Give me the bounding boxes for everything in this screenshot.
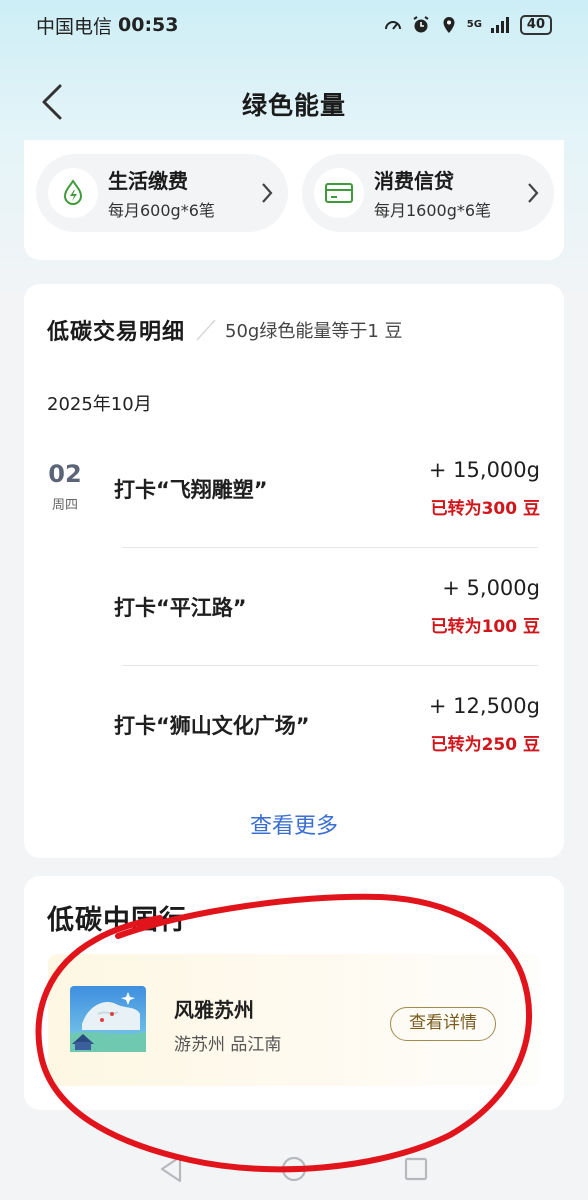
month-label: 2025年10月 bbox=[47, 394, 152, 415]
card-icon bbox=[325, 183, 353, 203]
service-utility-bills[interactable]: 生活缴费 每月600g*6笔 bbox=[36, 154, 288, 232]
service-text: 消费信贷 每月1600g*6笔 bbox=[374, 165, 491, 221]
transactions-card: 低碳交易明细 50g绿色能量等于1 豆 2025年10月 02 周四 打卡“飞翔… bbox=[24, 284, 564, 858]
transaction-amount: + 15,000g bbox=[428, 458, 540, 482]
trip-name: 风雅苏州 bbox=[174, 998, 254, 1022]
status-bar: 中国电信 00:53 5G 40 bbox=[0, 0, 588, 50]
energy-conversion-note: 50g绿色能量等于1 豆 bbox=[225, 321, 403, 342]
nav-home-icon[interactable] bbox=[277, 1152, 311, 1186]
transaction-row[interactable]: 打卡“平江路” + 5,000g 已转为100 豆 bbox=[24, 550, 564, 668]
speed-icon bbox=[384, 21, 401, 30]
status-time: 00:53 bbox=[118, 14, 179, 36]
carrier-label: 中国电信 bbox=[36, 15, 113, 38]
divider-slash-icon bbox=[196, 319, 216, 341]
nav-recents-icon[interactable] bbox=[399, 1152, 433, 1186]
status-left: 中国电信 00:53 bbox=[36, 12, 179, 39]
status-right: 5G 40 bbox=[383, 15, 552, 35]
transactions-header: 低碳交易明细 50g绿色能量等于1 豆 bbox=[47, 314, 403, 346]
service-consumer-credit[interactable]: 消费信贷 每月1600g*6笔 bbox=[302, 154, 554, 232]
location-icon bbox=[443, 17, 455, 33]
transaction-converted: 已转为250 豆 bbox=[430, 735, 540, 755]
trip-item-suzhou[interactable]: 风雅苏州 游苏州 品江南 查看详情 bbox=[48, 954, 540, 1086]
transaction-converted: 已转为100 豆 bbox=[430, 617, 540, 637]
trip-section-title: 低碳中国行 bbox=[47, 905, 187, 936]
transactions-title: 低碳交易明细 bbox=[47, 320, 186, 345]
network-label: 5G bbox=[466, 19, 482, 30]
transaction-row[interactable]: 打卡“狮山文化广场” + 12,500g 已转为250 豆 bbox=[24, 668, 564, 786]
transaction-row[interactable]: 打卡“飞翔雕塑” + 15,000g 已转为300 豆 bbox=[24, 432, 564, 550]
service-icon-container bbox=[314, 168, 364, 218]
transaction-name: 打卡“飞翔雕塑” bbox=[114, 478, 268, 502]
service-text: 生活缴费 每月600g*6笔 bbox=[108, 165, 215, 221]
page-title: 绿色能量 bbox=[241, 91, 346, 120]
transaction-converted: 已转为300 豆 bbox=[430, 499, 540, 519]
city-thumbnail-icon bbox=[70, 986, 146, 1052]
low-carbon-trip-card: 低碳中国行 风雅苏州 游苏州 品江南 查看详情 bbox=[24, 876, 564, 1110]
system-nav-bar bbox=[0, 1138, 588, 1200]
service-title: 消费信贷 bbox=[374, 169, 454, 193]
service-title: 生活缴费 bbox=[108, 169, 188, 193]
service-subtitle: 每月1600g*6笔 bbox=[374, 201, 492, 220]
transaction-name: 打卡“平江路” bbox=[114, 596, 247, 620]
transaction-name: 打卡“狮山文化广场” bbox=[114, 714, 310, 738]
transaction-amount: + 5,000g bbox=[442, 576, 540, 600]
nav-back-icon[interactable] bbox=[154, 1152, 188, 1186]
nav-bar: 绿色能量 bbox=[0, 72, 588, 132]
signal-icon bbox=[490, 17, 509, 33]
services-card: 生活缴费 每月600g*6笔 消费信贷 每月1600g*6笔 bbox=[24, 140, 564, 260]
chevron-right-icon bbox=[528, 183, 539, 203]
view-details-button[interactable]: 查看详情 bbox=[390, 1007, 496, 1041]
alarm-icon bbox=[413, 16, 429, 33]
row-divider bbox=[122, 665, 538, 666]
transaction-amount: + 12,500g bbox=[428, 694, 540, 718]
service-subtitle: 每月600g*6笔 bbox=[108, 201, 215, 220]
chevron-right-icon bbox=[262, 183, 273, 203]
row-divider bbox=[122, 547, 538, 548]
trip-subtitle: 游苏州 品江南 bbox=[174, 1035, 282, 1055]
service-icon-container bbox=[48, 168, 98, 218]
energy-drop-icon bbox=[63, 179, 83, 205]
battery-indicator: 40 bbox=[519, 15, 552, 35]
see-more-link[interactable]: 查看更多 bbox=[24, 808, 564, 840]
